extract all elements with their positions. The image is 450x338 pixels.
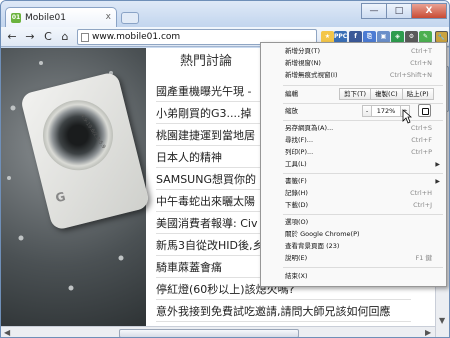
list-item[interactable]: 意外我接到免費試吃邀請,請問大師兄該如何回應	[156, 302, 411, 322]
home-button[interactable]: ⌂	[58, 30, 72, 44]
menu-save-as[interactable]: 另存網頁為(A)... Ctrl+S	[261, 123, 446, 134]
paste-button[interactable]: 貼上(P)	[401, 88, 434, 100]
menu-separator	[283, 173, 443, 174]
shortcut: Ctrl+J	[413, 201, 432, 209]
camera-logo: G	[53, 189, 67, 206]
menu-label: 說明(E)	[285, 254, 308, 262]
list-item[interactable]: SAMSUNG想買你的	[156, 170, 261, 190]
menu-label: 新增分頁(T)	[285, 47, 321, 55]
close-window-button[interactable]: X	[411, 3, 447, 19]
menu-downloads[interactable]: 下載(D) Ctrl+J	[261, 200, 446, 211]
browser-window: 01 Mobile01 x — □ X ← → C ⌂ www.mobile01…	[0, 0, 450, 338]
list-item[interactable]: 中午毒蛇出來曬太陽	[156, 192, 261, 212]
menu-exit[interactable]: 結束(X)	[261, 271, 446, 282]
tab-close-icon[interactable]: x	[106, 12, 111, 22]
menu-label: 新增視窗(N)	[285, 59, 321, 67]
menu-history[interactable]: 記錄(H) Ctrl+H	[261, 188, 446, 199]
tab-mobile01[interactable]: 01 Mobile01 x	[5, 7, 117, 27]
title-bar: 01 Mobile01 x — □ X	[1, 1, 449, 27]
page-icon	[81, 33, 89, 42]
maximize-button[interactable]: □	[386, 3, 412, 19]
scroll-down-icon[interactable]: ▼	[439, 316, 445, 325]
submenu-arrow-icon: ▶	[435, 178, 440, 185]
back-button[interactable]: ←	[5, 30, 19, 44]
copy-button[interactable]: 複製(C)	[370, 88, 403, 100]
menu-help[interactable]: 說明(E) F1 鍵	[261, 253, 446, 264]
tab-title: Mobile01	[25, 12, 66, 23]
menu-label: 編輯	[285, 90, 298, 98]
menu-find[interactable]: 尋找(F)... Ctrl+F	[261, 135, 446, 146]
camera-photo: 4.9-19.6/2.8-5.9 G	[1, 48, 151, 326]
menu-label: 選項(O)	[285, 218, 309, 226]
menu-separator	[283, 85, 443, 86]
menu-about[interactable]: 關於 Google Chrome(P)	[261, 229, 446, 240]
shortcut: Ctrl+T	[411, 47, 432, 55]
menu-print[interactable]: 列印(P)... Ctrl+P	[261, 147, 446, 158]
menu-bookmarks[interactable]: 書籤(F) ▶	[261, 176, 446, 187]
menu-label: 工具(L)	[285, 160, 307, 168]
cut-button[interactable]: 剪下(T)	[339, 88, 372, 100]
zoom-level: 172%	[371, 105, 401, 117]
menu-separator	[283, 267, 443, 268]
menu-new-window[interactable]: 新增視窗(N) Ctrl+N	[261, 58, 446, 69]
shortcut: Ctrl+S	[410, 124, 432, 132]
mouse-cursor-icon	[402, 109, 412, 124]
new-tab-button[interactable]	[121, 12, 139, 24]
menu-label: 結束(X)	[285, 272, 308, 280]
submenu-arrow-icon: ▶	[435, 161, 440, 168]
menu-label: 另存網頁為(A)...	[285, 124, 334, 132]
menu-separator	[283, 120, 443, 121]
list-item[interactable]: 桃園建捷運到當地居	[156, 126, 261, 146]
menu-label: 記錄(H)	[285, 189, 308, 197]
menu-background-pages[interactable]: 查看背景頁面 (23)	[261, 241, 446, 252]
list-item[interactable]: 小弟剛買的G3....掉	[156, 104, 261, 124]
shortcut: F1 鍵	[415, 254, 432, 262]
edit-buttons: 剪下(T) 複製(C) 貼上(P)	[339, 88, 434, 100]
menu-label: 新增無痕式視窗(I)	[285, 71, 338, 79]
shortcut: Ctrl+Shift+N	[389, 71, 432, 79]
reload-button[interactable]: C	[41, 30, 55, 44]
fullscreen-icon[interactable]	[418, 104, 431, 117]
list-item[interactable]: 騎車蔴蓋會痛	[156, 258, 261, 278]
menu-options[interactable]: 選項(O)	[261, 217, 446, 228]
shortcut: Ctrl+N	[410, 59, 432, 67]
horizontal-scrollbar[interactable]: ◀ ▶	[1, 326, 435, 337]
mobile01-favicon-icon: 01	[11, 12, 21, 23]
shortcut: Ctrl+P	[411, 148, 432, 156]
window-controls: — □ X	[361, 3, 447, 19]
menu-new-tab[interactable]: 新增分頁(T) Ctrl+T	[261, 46, 446, 57]
shortcut: Ctrl+H	[410, 189, 432, 197]
camera-lens	[35, 92, 121, 178]
list-item[interactable]: 國產重機曝光午現 -	[156, 82, 261, 102]
shortcut: Ctrl+F	[411, 136, 432, 144]
list-item[interactable]: 新馬3自從改HID後,乡	[156, 236, 261, 256]
menu-label: 下載(D)	[285, 201, 309, 209]
url-text: www.mobile01.com	[92, 32, 181, 42]
list-item[interactable]: 美國消費者報導: Civ	[156, 214, 261, 234]
horizontal-scroll-thumb[interactable]	[119, 329, 299, 337]
scroll-left-icon[interactable]: ◀	[4, 328, 10, 337]
menu-label: 查看背景頁面 (23)	[285, 242, 340, 250]
chrome-wrench-menu: 新增分頁(T) Ctrl+T 新增視窗(N) Ctrl+N 新增無痕式視窗(I) Ct…	[260, 42, 447, 287]
menu-new-incognito-window[interactable]: 新增無痕式視窗(I) Ctrl+Shift+N	[261, 70, 446, 81]
list-item[interactable]: 日本人的精神	[156, 148, 261, 168]
forward-button[interactable]: →	[23, 30, 37, 44]
minimize-button[interactable]: —	[361, 3, 387, 19]
scroll-right-icon[interactable]: ▶	[425, 328, 431, 337]
menu-label: 列印(P)...	[285, 148, 314, 156]
menu-separator	[283, 214, 443, 215]
menu-label: 書籤(F)	[285, 177, 307, 185]
menu-label: 尋找(F)...	[285, 136, 314, 144]
menu-label: 關於 Google Chrome(P)	[285, 230, 360, 238]
menu-label: 縮放	[285, 107, 298, 115]
menu-tools[interactable]: 工具(L) ▶	[261, 159, 446, 170]
